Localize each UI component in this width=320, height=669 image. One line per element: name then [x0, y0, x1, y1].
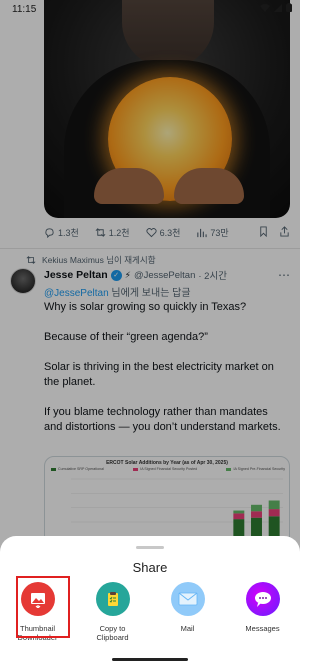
share-targets: Thumbnail Downloader Copy to Clipboard M…: [0, 578, 300, 642]
share-target-mail[interactable]: Mail: [150, 578, 225, 642]
gesture-navigation-bar[interactable]: [112, 658, 188, 661]
share-target-label: Copy to Clipboard: [96, 624, 129, 642]
share-target-copy-to-clipboard[interactable]: Copy to Clipboard: [75, 578, 150, 642]
image-download-icon: [20, 582, 55, 616]
share-target-thumbnail-downloader[interactable]: Thumbnail Downloader: [0, 578, 75, 642]
share-sheet-title: Share: [132, 560, 168, 575]
share-target-label: Mail: [180, 624, 195, 633]
share-target-label: Messages: [245, 624, 280, 633]
share-sheet: Share Thumbnail Downloader Copy to Clipb…: [0, 536, 300, 669]
sheet-drag-handle[interactable]: [136, 546, 164, 549]
mail-icon: [170, 582, 205, 616]
clipboard-icon: [95, 582, 130, 616]
messages-icon: [245, 582, 280, 616]
share-target-label: Thumbnail Downloader: [17, 624, 58, 642]
share-target-messages[interactable]: Messages: [225, 578, 300, 642]
